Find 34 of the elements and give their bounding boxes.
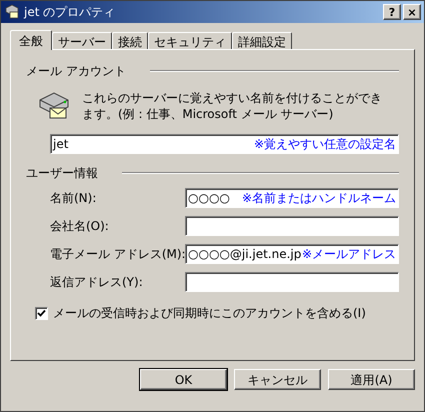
help-button[interactable]: ? [383,4,401,20]
field-label: 電子メール アドレス(M): [50,246,185,263]
mail-server-icon [4,4,20,20]
text-field[interactable] [185,216,399,236]
close-button[interactable]: × [403,4,421,20]
field-label: 返信アドレス(Y): [50,274,144,291]
mail-server-icon [38,90,70,120]
dialog-button[interactable]: キャンセル [234,369,321,390]
field-note: ※名前またはハンドルネーム [242,190,396,207]
section-heading: メール アカウント [26,63,126,80]
dialog-button[interactable]: 適用(A) [328,369,415,390]
description: これらのサーバーに覚えやすい名前を付けることができます。(例 : 仕事、Microsoft メール サーバー) [82,90,383,122]
field-note: ※メールアドレス [302,246,396,263]
tab[interactable]: サーバー [52,32,112,49]
text-field[interactable]: ○○○○ ※名前またはハンドルネーム [185,188,399,208]
tab[interactable]: 全般 [10,30,52,50]
field-label: 名前(N): [50,190,98,207]
section-heading: ユーザー情報 [26,165,98,182]
dialog-button[interactable]: OK [140,369,227,390]
field-label: 会社名(O): [50,218,110,235]
text-field[interactable]: ○○○○@ji.jet.ne.jp※メールアドレス [185,244,399,264]
field-value: ○○○○@ji.jet.ne.jp [188,246,302,263]
text-field[interactable] [185,272,399,292]
field-value: ○○○○ [188,190,230,207]
field-value: jet [53,136,68,153]
checkbox-label: メールの受信時および同期時にこのアカウントを含める(I) [53,305,366,322]
window-title: jet のプロパティ [24,4,116,21]
tab[interactable]: セキュリティ [148,32,232,49]
field-note: ※覚えやすい任意の設定名 [254,136,396,153]
checkbox[interactable] [35,306,48,320]
text-field[interactable]: jet ※覚えやすい任意の設定名 [50,134,399,154]
check-icon [37,308,46,318]
tab[interactable]: 詳細設定 [232,32,292,49]
tab[interactable]: 接続 [112,32,148,49]
